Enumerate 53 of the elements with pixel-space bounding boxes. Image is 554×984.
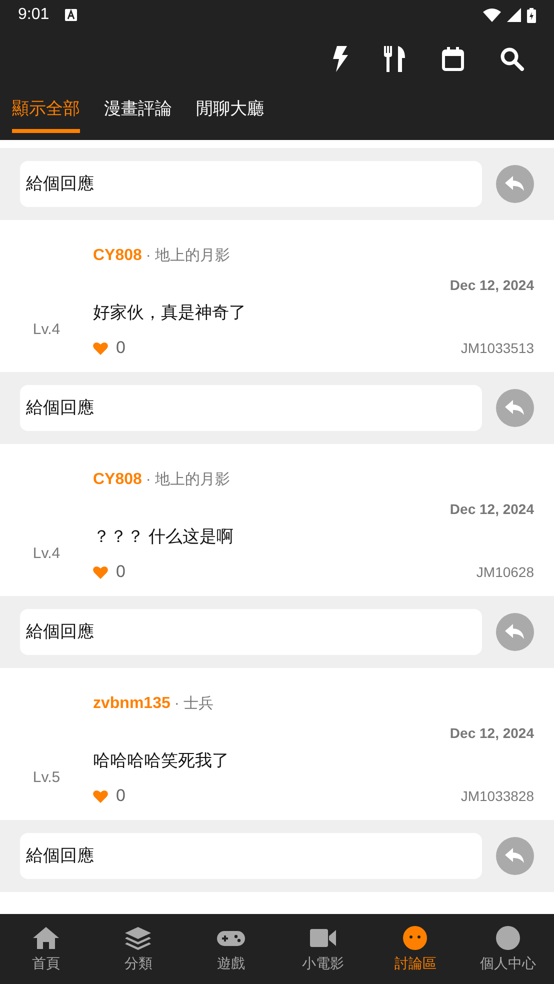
tab[interactable]: 漫畫評論 — [104, 88, 172, 133]
home-icon — [31, 925, 62, 951]
battery-icon — [527, 8, 536, 22]
reply-button[interactable] — [496, 837, 534, 875]
nav-item[interactable]: 小電影 — [276, 914, 370, 984]
user-title: · 地上的月影 — [146, 470, 230, 489]
reply-field[interactable]: 給個回應 — [20, 161, 482, 207]
search-icon[interactable] — [500, 47, 524, 71]
user-title: · 地上的月影 — [146, 246, 230, 265]
comic-id[interactable]: JM1033513 — [460, 340, 534, 356]
like-count: 0 — [116, 562, 126, 582]
reply-field[interactable]: 給個回應 — [20, 833, 482, 879]
reply-field[interactable]: 給個回應 — [20, 385, 482, 431]
like-count: 0 — [116, 786, 126, 806]
user-title: · 士兵 — [174, 694, 214, 713]
comment-text: 哈哈哈哈笑死我了 — [93, 750, 230, 772]
reply-button[interactable] — [496, 165, 534, 203]
reply-button[interactable] — [496, 389, 534, 427]
comment-date: Dec 12, 2024 — [450, 725, 534, 741]
tab[interactable]: 顯示全部 — [12, 88, 80, 133]
reply-button[interactable] — [496, 613, 534, 651]
nav-item[interactable]: 個人中心 — [462, 914, 554, 984]
reply-field[interactable]: 給個回應 — [20, 609, 482, 655]
reply-arrow-icon — [505, 624, 525, 640]
comic-id[interactable]: JM1033828 — [460, 788, 534, 804]
reply-arrow-icon — [505, 176, 525, 192]
comment-date: Dec 12, 2024 — [450, 501, 534, 517]
comment-text: 好家伙，真是神奇了 — [93, 302, 247, 324]
calendar-icon[interactable] — [442, 47, 464, 71]
comment-date: Dec 12, 2024 — [450, 277, 534, 293]
nav-item[interactable]: 分類 — [92, 914, 185, 984]
comment-text: ？？？ 什么这是啊 — [93, 526, 235, 548]
nav-item[interactable]: 首頁 — [0, 914, 92, 984]
reply-arrow-icon — [505, 848, 525, 864]
like-count: 0 — [116, 338, 126, 358]
status-time: 9:01 — [18, 6, 50, 24]
heart-icon[interactable] — [93, 790, 108, 802]
nav-item[interactable]: 遊戲 — [184, 914, 277, 984]
tab[interactable]: 閒聊大廳 — [196, 88, 264, 133]
lightning-icon[interactable] — [332, 46, 348, 72]
heart-icon[interactable] — [93, 342, 108, 354]
notification-icon — [65, 9, 78, 21]
user-level: Lv.4 — [32, 545, 60, 562]
user-level: Lv.4 — [32, 321, 60, 338]
reply-arrow-icon — [505, 400, 525, 416]
fork-knife-icon[interactable] — [384, 46, 406, 72]
comic-id[interactable]: JM10628 — [476, 564, 534, 580]
wifi-icon — [483, 8, 501, 22]
heart-icon[interactable] — [93, 566, 108, 578]
stacked-layers-icon — [123, 925, 154, 951]
user-level: Lv.5 — [32, 769, 60, 786]
signal-icon — [507, 8, 521, 22]
nav-item[interactable]: 討論區 — [369, 914, 462, 984]
